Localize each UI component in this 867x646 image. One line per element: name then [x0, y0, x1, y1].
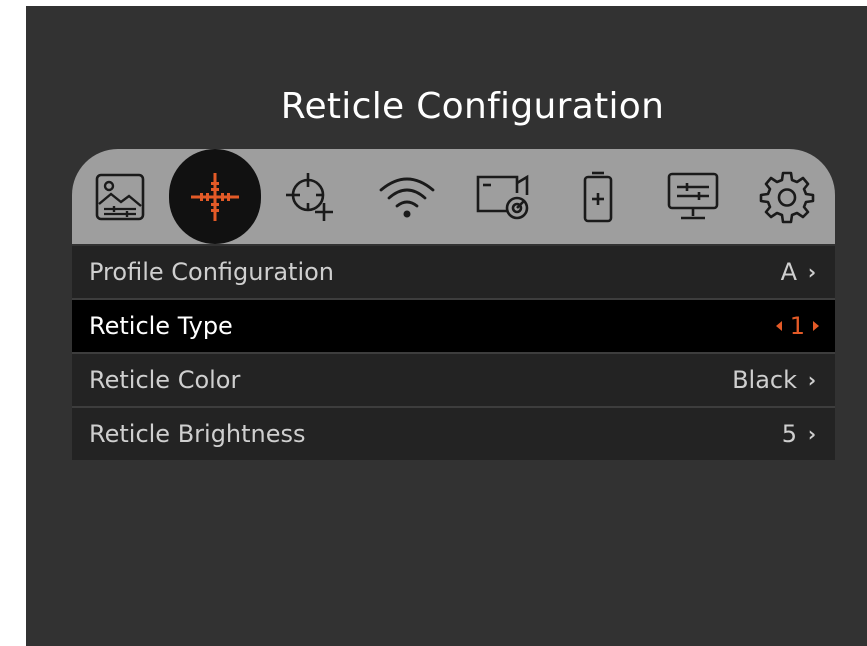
menu-item-value-group: 5 › [782, 420, 819, 448]
page-title: Reticle Configuration [280, 86, 665, 127]
menu-item-profile-configuration[interactable]: Profile Configuration A › [72, 246, 835, 300]
value-selector[interactable]: 1 [775, 312, 819, 340]
menu-item-reticle-color[interactable]: Reticle Color Black › [72, 354, 835, 408]
tab-reticle[interactable] [167, 149, 263, 244]
gear-icon [759, 171, 815, 223]
chevron-right-icon: › [807, 368, 817, 392]
wifi-icon [379, 177, 435, 217]
zeroing-target-icon [286, 172, 333, 221]
tab-image-settings[interactable] [72, 149, 168, 244]
tab-zeroing[interactable] [264, 149, 360, 244]
menu-item-label: Reticle Brightness [89, 420, 306, 448]
menu-item-label: Reticle Color [89, 366, 241, 394]
chevron-right-icon: › [807, 422, 817, 446]
display-settings-icon [667, 172, 719, 219]
menu-item-value: 1 [789, 312, 805, 340]
menu-item-value: Black [732, 366, 797, 394]
menu-item-value-group: A › [781, 258, 819, 286]
video-record-icon [476, 174, 529, 219]
image-adjust-icon [95, 173, 145, 220]
tab-power[interactable] [550, 149, 646, 244]
menu-item-reticle-brightness[interactable]: Reticle Brightness 5 › [72, 408, 835, 460]
menu-item-reticle-type[interactable]: Reticle Type 1 [72, 300, 835, 354]
menu-item-label: Reticle Type [89, 312, 233, 340]
menu-item-value: 5 [781, 420, 797, 448]
tab-bar [72, 149, 835, 244]
menu-item-label: Profile Configuration [89, 258, 335, 286]
menu-item-value: A [780, 258, 797, 286]
arrow-right-icon[interactable] [813, 321, 819, 331]
tab-system-settings[interactable] [739, 149, 835, 244]
reticle-crosshair-icon [191, 172, 239, 221]
tab-wifi[interactable] [359, 149, 455, 244]
arrow-left-icon[interactable] [775, 321, 782, 331]
menu-item-value-group: Black › [732, 366, 819, 394]
chevron-right-icon: › [807, 260, 817, 284]
device-screen: Reticle Configuration Profile Configurat… [26, 6, 867, 646]
tab-recording[interactable] [455, 149, 551, 244]
settings-menu: Profile Configuration A › Reticle Type 1… [72, 246, 835, 460]
tab-display[interactable] [645, 149, 741, 244]
battery-icon [583, 171, 613, 222]
